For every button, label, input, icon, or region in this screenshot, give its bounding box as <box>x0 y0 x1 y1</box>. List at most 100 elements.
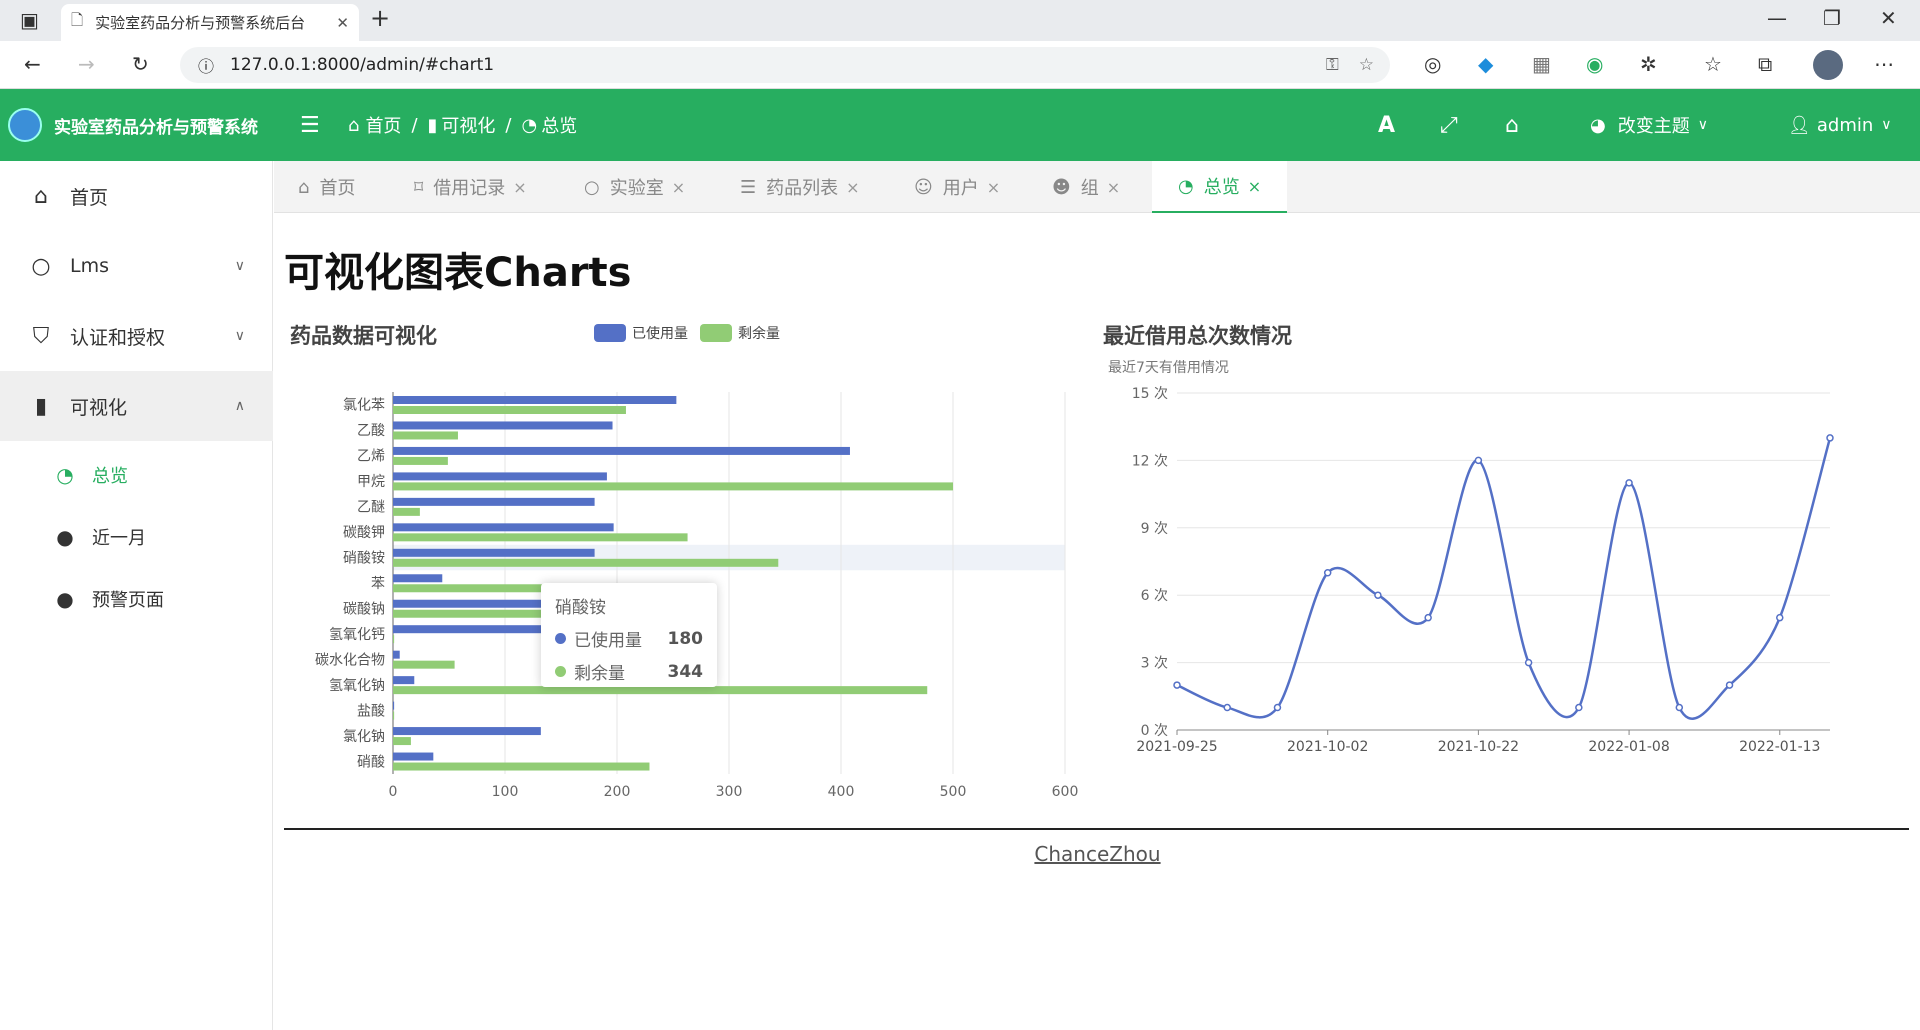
close-icon[interactable]: × <box>1107 178 1120 197</box>
category-label: 氢氧化钙 <box>329 627 385 643</box>
bar-left <box>393 482 953 491</box>
sidebar-subitem-label: 预警页面 <box>92 590 164 611</box>
x-tick-label: 400 <box>828 784 855 800</box>
legend-label-left: 剩余量 <box>738 326 780 342</box>
extension-icon[interactable]: ◎ <box>1424 54 1441 74</box>
tooltip-row-name: 剩余量 <box>574 664 625 684</box>
back-icon[interactable]: ← <box>24 54 41 74</box>
file-icon: ▮ <box>34 393 48 419</box>
tab-label: 借用记录 <box>433 178 506 199</box>
chevron-down-icon: ∨ <box>234 328 245 344</box>
restore-icon[interactable]: ❐ <box>1823 8 1841 28</box>
user-dropdown[interactable]: 👤︎ admin ∨ <box>1788 89 1892 161</box>
sidebar-item-visual[interactable]: ▮ 可视化 ∧ <box>0 371 273 441</box>
close-icon[interactable]: × <box>672 178 685 197</box>
bar-left <box>393 737 411 746</box>
sidebar-subitem-month[interactable]: ● 近一月 <box>0 506 273 568</box>
browser-tab-title: 实验室药品分析与预警系统后台 <box>95 14 306 32</box>
theme-dropdown[interactable]: ◕ 改变主题 ∨ <box>1590 89 1708 161</box>
browser-tab[interactable]: 🗋 实验室药品分析与预警系统后台 ✕ <box>61 4 359 41</box>
collections-icon[interactable]: ⧉ <box>1758 54 1772 74</box>
close-icon[interactable]: × <box>513 178 526 197</box>
tab-drug-list[interactable]: ☰ 药品列表 × <box>740 161 860 213</box>
bar-used <box>393 701 395 710</box>
bar-used <box>393 752 434 761</box>
bar-used <box>393 523 614 532</box>
x-tick-label: 2022-01-08 <box>1588 739 1669 755</box>
breadcrumb-visual[interactable]: 可视化 <box>441 112 495 138</box>
tooltip-dot <box>555 633 566 644</box>
sidebar-item-lms[interactable]: ○ Lms ∨ <box>0 231 273 301</box>
info-icon[interactable]: ⓘ <box>198 53 214 77</box>
favorites-icon[interactable]: ☆ <box>1704 54 1722 74</box>
close-icon[interactable]: × <box>1248 177 1261 196</box>
sidebar-subitem-overview[interactable]: ◔ 总览 <box>0 444 273 506</box>
brand[interactable]: 实验室药品分析与预警系统 <box>0 89 273 161</box>
extensions-icon[interactable]: ✲ <box>1640 54 1657 74</box>
page-icon: 🗋 <box>71 11 84 29</box>
sidebar-item-home[interactable]: ⌂ 首页 <box>0 161 273 231</box>
data-point <box>1223 703 1231 712</box>
close-window-icon[interactable]: ✕ <box>1880 8 1897 28</box>
user-icon: 👤︎ <box>1788 114 1811 136</box>
forward-icon[interactable]: → <box>78 54 95 74</box>
close-icon[interactable]: × <box>846 178 859 197</box>
profile-avatar[interactable] <box>1813 50 1843 80</box>
home-button-icon[interactable]: ⌂ <box>1505 89 1519 161</box>
data-point <box>1173 681 1181 689</box>
category-label: 苯 <box>371 575 385 592</box>
bar-left <box>393 533 688 542</box>
bar-left <box>393 507 420 516</box>
tab-users[interactable]: ☺ 用户 × <box>914 161 1000 213</box>
tab-home[interactable]: ⌂ 首页 <box>298 161 355 213</box>
reload-icon[interactable]: ↻ <box>132 54 149 74</box>
tab-groups[interactable]: ☻ 组 × <box>1052 161 1120 213</box>
chevron-up-icon: ∧ <box>234 398 245 414</box>
fullscreen-icon[interactable]: ⤢ <box>1440 89 1458 161</box>
home-icon: ⌂ <box>34 183 48 209</box>
minimize-icon[interactable]: — <box>1767 8 1787 28</box>
new-tab-icon[interactable]: + <box>370 6 390 30</box>
key-icon[interactable]: ⚿ <box>1326 55 1339 75</box>
favorite-add-icon[interactable]: ☆ <box>1359 55 1374 75</box>
tab-label: 组 <box>1080 178 1099 199</box>
bar-left <box>393 609 555 618</box>
footer-author-link[interactable]: ChanceZhou <box>0 842 1920 866</box>
data-point <box>1273 703 1282 712</box>
data-point <box>1474 456 1483 465</box>
y-tick-label: 6 次 <box>1141 588 1168 604</box>
user-icon: ☺ <box>914 176 933 198</box>
sidebar-subitem-warning[interactable]: ● 预警页面 <box>0 568 273 630</box>
font-size-button[interactable]: A <box>1378 89 1395 161</box>
tab-overview[interactable]: ◔ 总览 × <box>1152 161 1288 213</box>
data-point <box>1575 703 1583 712</box>
tooltip-category: 硝酸铵 <box>555 598 606 618</box>
puzzle-game-icon[interactable]: ▦ <box>1532 54 1551 74</box>
tab-actions-icon[interactable]: ▣ <box>20 10 39 30</box>
legend-swatch-left[interactable] <box>700 324 732 342</box>
chevron-down-icon: ∨ <box>1881 117 1892 133</box>
chevron-down-icon: ∨ <box>1697 117 1708 133</box>
sidebar: ⌂ 首页 ○ Lms ∨ ⛉ 认证和授权 ∨ ▮ 可视化 ∧ ◔ 总览 ● 近一… <box>0 161 273 1030</box>
sidebar-item-label: 可视化 <box>70 396 128 419</box>
address-bar[interactable]: ⓘ 127.0.0.1:8000/admin/#chart1 ⚿ ☆ <box>180 47 1390 83</box>
close-tab-icon[interactable]: ✕ <box>336 14 349 32</box>
bar-left <box>393 558 779 567</box>
breadcrumb-home[interactable]: 首页 <box>365 112 401 138</box>
bird-extension-icon[interactable]: ◆ <box>1478 54 1493 74</box>
eye-extension-icon[interactable]: ◉ <box>1586 54 1603 74</box>
legend-label-used: 已使用量 <box>632 326 688 342</box>
menu-toggle-icon[interactable]: ☰ <box>300 89 320 161</box>
sidebar-item-auth[interactable]: ⛉ 认证和授权 ∨ <box>0 301 273 371</box>
legend-swatch-used[interactable] <box>594 324 626 342</box>
more-icon[interactable]: ⋯ <box>1874 54 1894 74</box>
line-chart-subtitle: 最近7天有借用情况 <box>1108 360 1229 376</box>
brand-title: 实验室药品分析与预警系统 <box>54 117 258 138</box>
tooltip-dot <box>555 666 566 677</box>
tab-borrow-records[interactable]: ⌑ 借用记录 × <box>414 161 527 213</box>
bar-used <box>393 396 677 404</box>
bar-left <box>393 711 395 720</box>
close-icon[interactable]: × <box>987 178 1000 197</box>
data-point <box>1625 479 1633 487</box>
tab-labs[interactable]: ○ 实验室 × <box>584 161 685 213</box>
